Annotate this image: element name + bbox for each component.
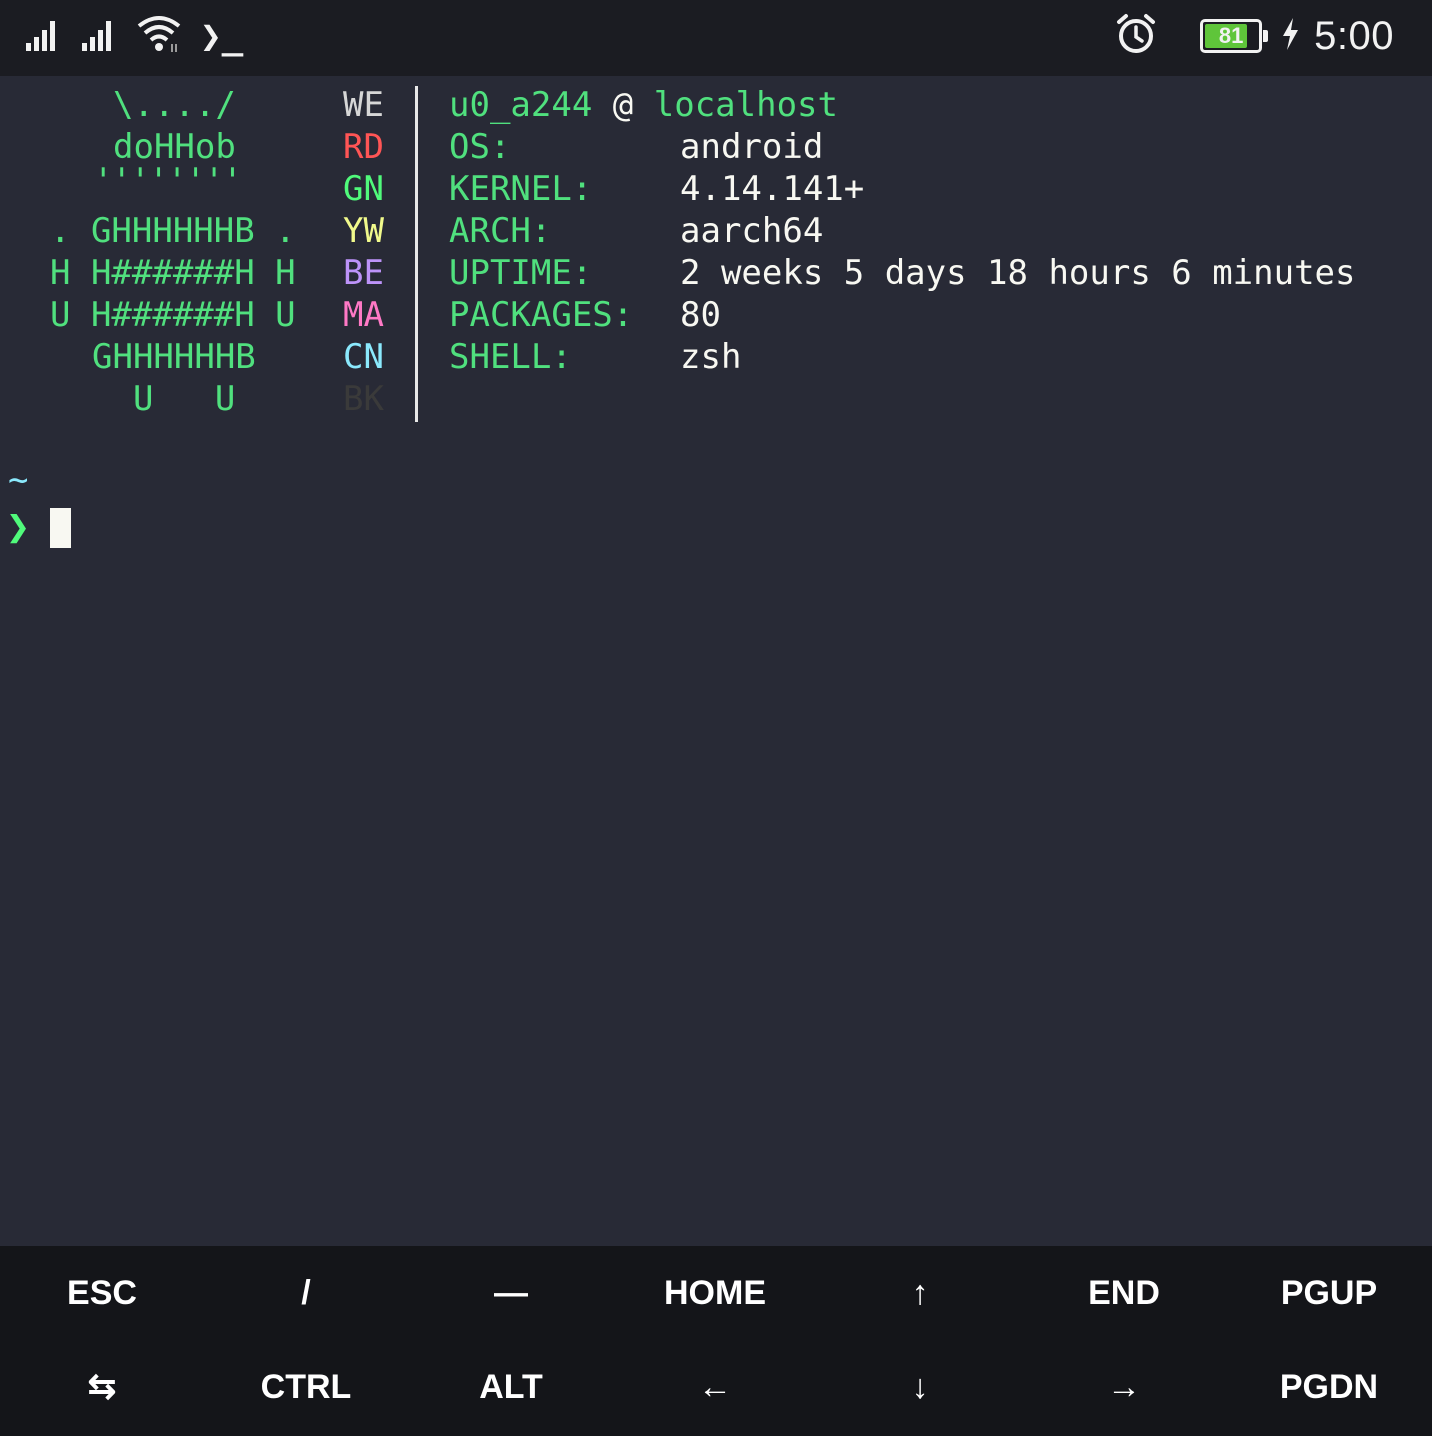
charging-bolt-icon bbox=[1280, 17, 1300, 55]
palette-label-blue: BE bbox=[343, 253, 384, 293]
info-key: KERNEL: bbox=[449, 169, 593, 209]
hostname: localhost bbox=[653, 85, 838, 125]
slash-key[interactable]: / bbox=[204, 1246, 408, 1340]
info-value: android bbox=[680, 127, 824, 167]
info-key: PACKAGES: bbox=[449, 295, 634, 335]
status-bar: ❯_ 81 5:00 bbox=[0, 0, 1432, 76]
logo-line: . GHHHHHHB . bbox=[50, 211, 296, 251]
palette-label-red: RD bbox=[343, 127, 384, 167]
logo-line: \..../ bbox=[113, 85, 236, 125]
logo-line: H H######H H bbox=[50, 253, 296, 293]
pgdn-key[interactable]: PGDN bbox=[1227, 1340, 1431, 1434]
esc-key[interactable]: ESC bbox=[0, 1246, 204, 1340]
at-sign: @ bbox=[612, 85, 634, 125]
terminal-view[interactable]: \..../ doHHob '''''''' . GHHHHHHB . H H#… bbox=[0, 76, 1432, 1246]
cwd-indicator: ~ bbox=[8, 460, 29, 500]
info-key: SHELL: bbox=[449, 337, 572, 377]
info-key: OS: bbox=[449, 127, 511, 167]
logo-line: U H######H U bbox=[50, 295, 296, 335]
wifi-icon bbox=[136, 14, 182, 58]
alarm-icon bbox=[1114, 12, 1158, 60]
logo-line: GHHHHHHB bbox=[92, 337, 256, 377]
arrow-left-key[interactable]: ← bbox=[613, 1340, 817, 1434]
signal-sim1-icon bbox=[24, 15, 62, 57]
username: u0_a244 bbox=[449, 85, 593, 125]
info-value: 80 bbox=[680, 295, 721, 335]
signal-sim2-icon bbox=[80, 15, 118, 57]
dash-key[interactable]: — bbox=[409, 1246, 613, 1340]
user-host-line: u0_a244 @ localhost bbox=[449, 84, 838, 126]
logo-line: U U bbox=[133, 379, 236, 419]
palette-label-cyan: CN bbox=[343, 337, 384, 377]
palette-label-green: GN bbox=[343, 169, 384, 209]
text-cursor[interactable] bbox=[50, 508, 71, 548]
info-value: zsh bbox=[680, 337, 742, 377]
pgup-key[interactable]: PGUP bbox=[1227, 1246, 1431, 1340]
alt-key[interactable]: ALT bbox=[409, 1340, 613, 1434]
prompt-chevron: ❯ bbox=[6, 504, 31, 550]
ctrl-key[interactable]: CTRL bbox=[204, 1340, 408, 1434]
battery-icon: 81 bbox=[1200, 19, 1269, 53]
divider bbox=[415, 86, 418, 422]
arrow-up-key[interactable]: ↑ bbox=[818, 1246, 1022, 1340]
arrow-down-key[interactable]: ↓ bbox=[818, 1340, 1022, 1434]
palette-label-magenta: MA bbox=[343, 295, 384, 335]
logo-line: '''''''' bbox=[93, 161, 243, 201]
tab-key[interactable]: ⇆ bbox=[0, 1340, 204, 1434]
terminal-notification-icon: ❯_ bbox=[200, 15, 244, 57]
info-value: aarch64 bbox=[680, 211, 824, 251]
info-value: 2 weeks 5 days 18 hours 6 minutes bbox=[680, 253, 1356, 293]
status-bar-right: 81 5:00 bbox=[1114, 12, 1394, 60]
extra-keys-bar: ESC / — HOME ↑ END PGUP ⇆ CTRL ALT ← ↓ →… bbox=[0, 1246, 1432, 1436]
end-key[interactable]: END bbox=[1022, 1246, 1226, 1340]
battery-level-text: 81 bbox=[1218, 23, 1244, 48]
clock: 5:00 bbox=[1314, 13, 1394, 58]
info-value: 4.14.141+ bbox=[680, 169, 865, 209]
palette-label-black: BK bbox=[343, 379, 384, 419]
home-key[interactable]: HOME bbox=[613, 1246, 817, 1340]
palette-label-white: WE bbox=[343, 85, 384, 125]
info-key: UPTIME: bbox=[449, 253, 593, 293]
arrow-right-key[interactable]: → bbox=[1022, 1340, 1226, 1434]
palette-label-yellow: YW bbox=[343, 211, 384, 251]
info-key: ARCH: bbox=[449, 211, 552, 251]
status-bar-left: ❯_ bbox=[24, 14, 243, 58]
